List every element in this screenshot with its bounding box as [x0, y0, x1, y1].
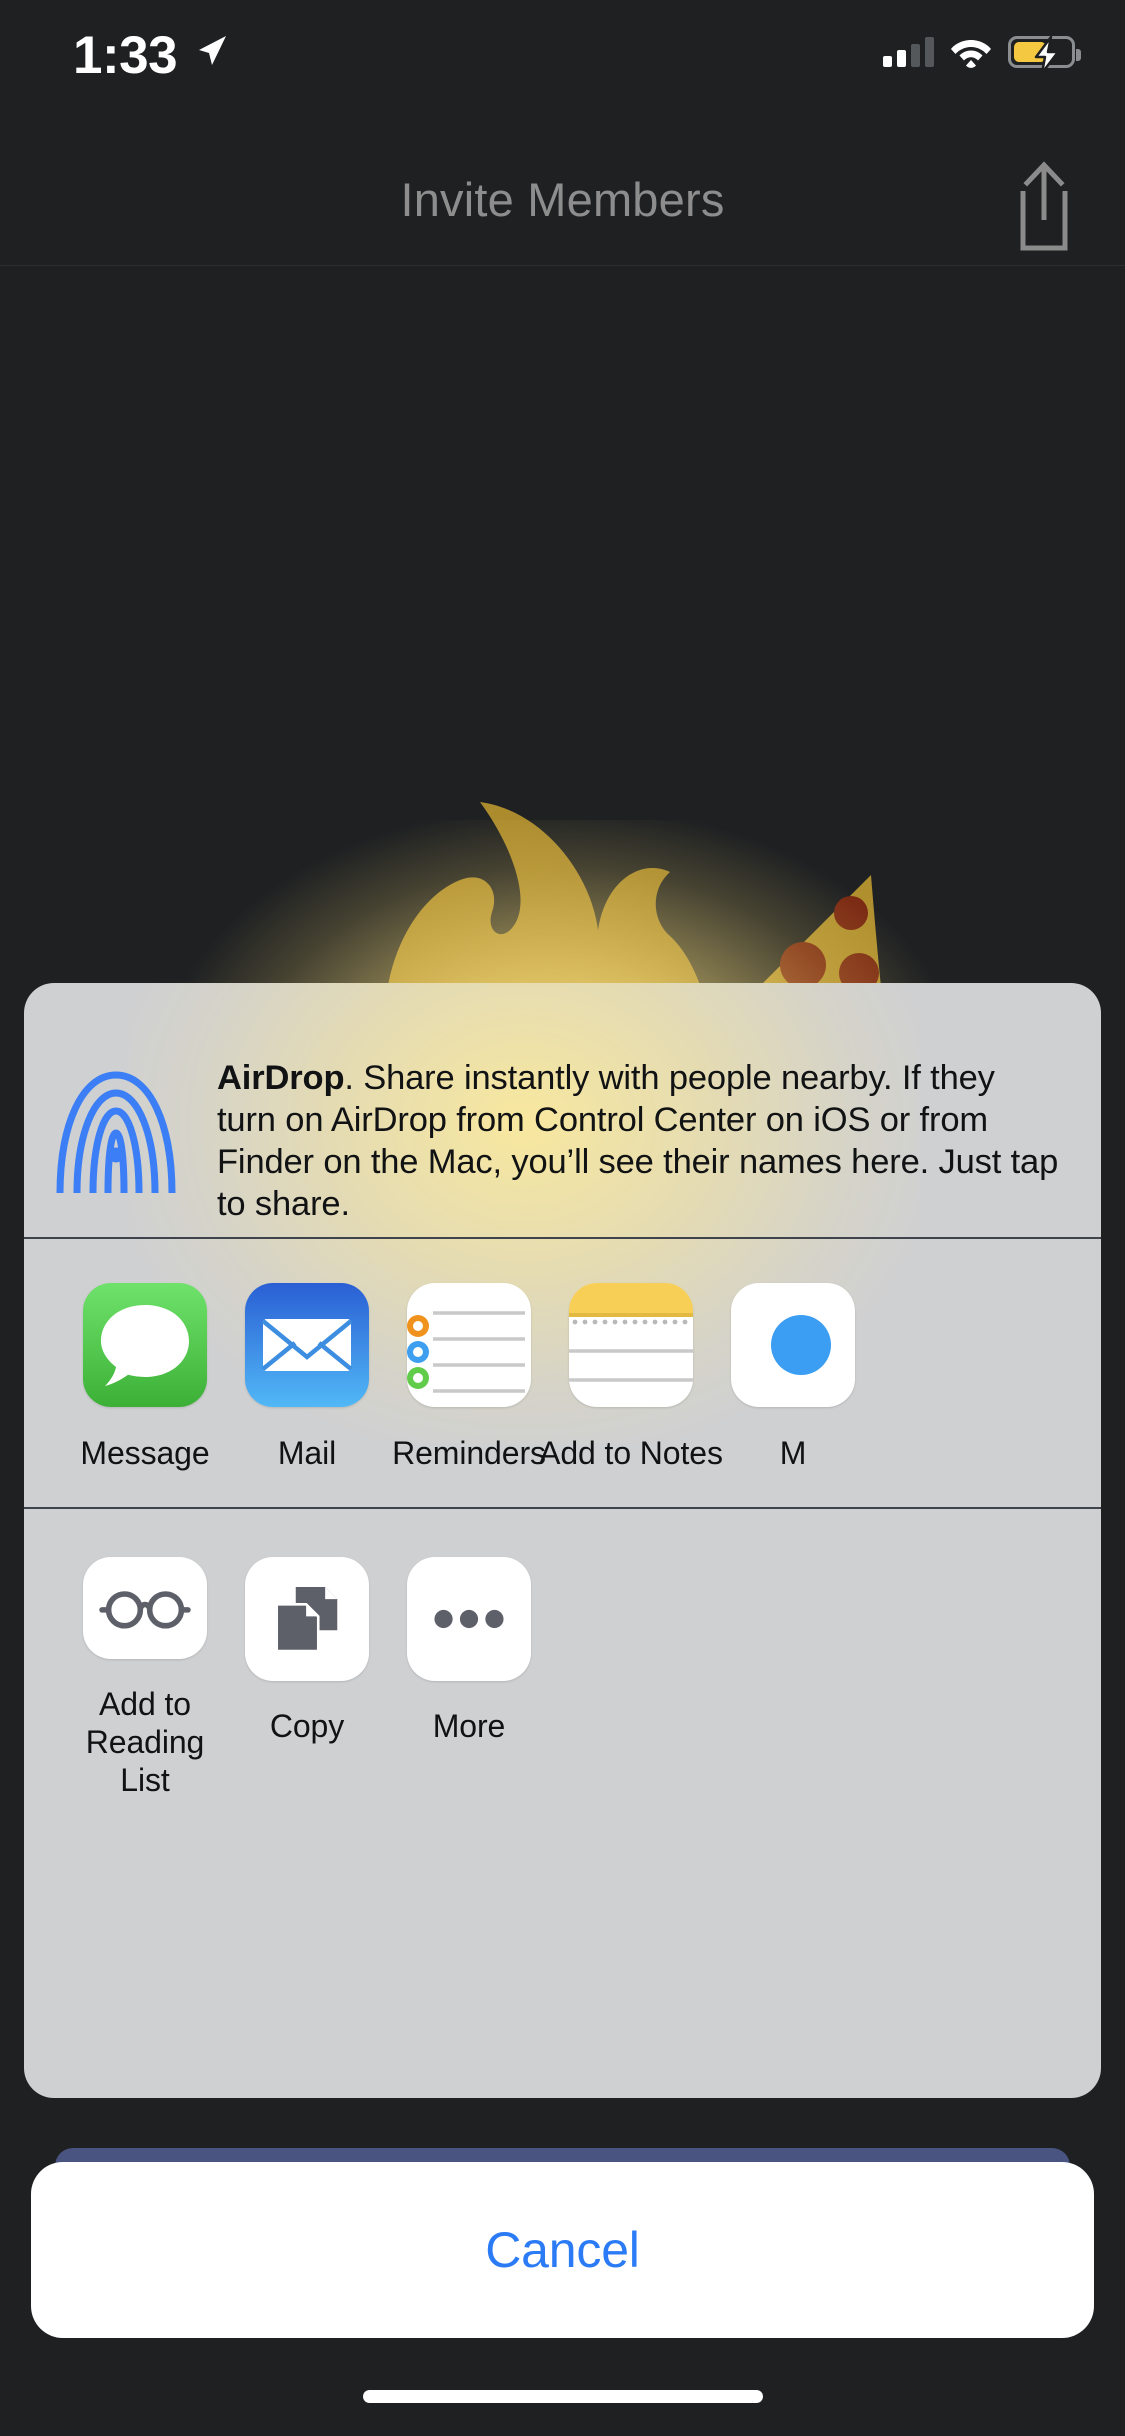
- partial-app-icon: [731, 1283, 855, 1407]
- action-label: Copy: [269, 1708, 345, 1744]
- cancel-button-label: Cancel: [485, 2222, 640, 2278]
- share-target-mail[interactable]: Mail: [226, 1283, 388, 1507]
- airdrop-description: AirDrop. Share instantly with people nea…: [217, 1057, 1059, 1225]
- share-upload-icon: [1020, 161, 1068, 251]
- share-actions-row[interactable]: Add to Reading List Copy More: [24, 1509, 1101, 1799]
- action-more[interactable]: More: [388, 1557, 550, 1799]
- navigation-bar: [0, 132, 1125, 172]
- page-title: Invite Members: [400, 173, 725, 226]
- share-target-partial[interactable]: M: [712, 1283, 874, 1507]
- reminders-app-icon: [407, 1283, 531, 1407]
- copy-icon-tile: [245, 1557, 369, 1681]
- wifi-icon: [951, 40, 991, 68]
- share-sheet: AirDrop. Share instantly with people nea…: [24, 983, 1101, 2098]
- share-target-reminders[interactable]: Reminders: [388, 1283, 550, 1507]
- app-label: Message: [80, 1435, 210, 1471]
- airdrop-section[interactable]: AirDrop. Share instantly with people nea…: [24, 983, 1101, 1237]
- action-add-to-reading-list[interactable]: Add to Reading List: [64, 1557, 226, 1799]
- location-arrow-icon: [199, 36, 226, 65]
- charging-bolt-icon: [1034, 36, 1060, 74]
- mail-app-icon: [245, 1283, 369, 1407]
- messages-app-icon: [83, 1283, 207, 1407]
- more-ellipsis-icon: [434, 1609, 504, 1629]
- more-icon-tile: [407, 1557, 531, 1681]
- copy-documents-icon: [275, 1587, 338, 1653]
- airdrop-title: AirDrop: [217, 1059, 345, 1097]
- app-label: Add to Notes: [539, 1435, 723, 1471]
- action-copy[interactable]: Copy: [226, 1557, 388, 1799]
- app-label: Reminders: [392, 1435, 546, 1471]
- cancel-button[interactable]: Cancel: [31, 2162, 1094, 2338]
- app-label: M: [779, 1435, 807, 1471]
- share-target-message[interactable]: Message: [64, 1283, 226, 1507]
- glasses-icon: [99, 1591, 191, 1629]
- glasses-icon-tile: [83, 1557, 207, 1659]
- action-label: Add to Reading List: [85, 1686, 205, 1798]
- phone-screen: 1:33 Invite Members AirDrop. Share insta…: [0, 0, 1125, 2436]
- share-button[interactable]: [1001, 158, 1087, 254]
- status-bar: 1:33: [0, 0, 1125, 132]
- share-target-notes[interactable]: Add to Notes: [539, 1283, 723, 1507]
- notes-app-icon: [569, 1283, 693, 1407]
- status-time: 1:33: [73, 26, 178, 85]
- status-indicators: [883, 30, 1081, 74]
- action-label: More: [432, 1708, 506, 1744]
- cellular-signal-icon: [883, 37, 934, 67]
- nav-divider: [0, 265, 1125, 266]
- airdrop-icon: [56, 1071, 176, 1193]
- share-apps-row[interactable]: Message Mail Reminders Add to Notes M: [24, 1239, 1101, 1507]
- battery-charging-icon: [1008, 36, 1081, 74]
- airdrop-body: . Share instantly with people nearby. If…: [217, 1059, 1059, 1223]
- app-label: Mail: [277, 1435, 337, 1471]
- home-indicator[interactable]: [362, 2390, 763, 2403]
